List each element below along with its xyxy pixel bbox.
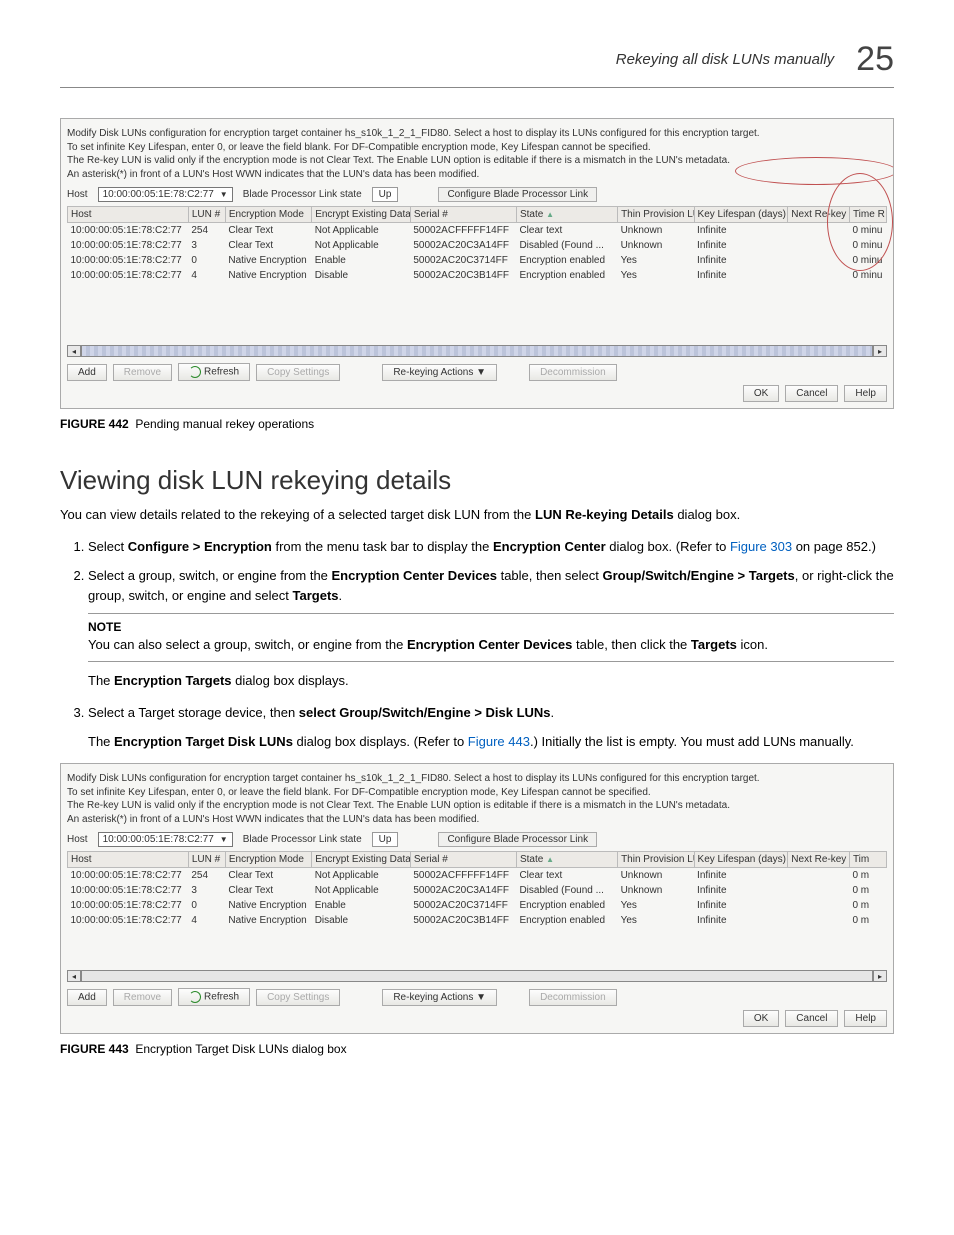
chevron-down-icon: ▼ (220, 835, 228, 844)
scroll-left-icon[interactable]: ◂ (67, 345, 81, 357)
help-button[interactable]: Help (844, 385, 887, 402)
host-label: Host (67, 189, 88, 200)
lun-table: HostLUN # Encryption ModeEncrypt Existin… (67, 851, 887, 928)
ok-button[interactable]: OK (743, 1010, 779, 1027)
figure-442-screenshot: Modify Disk LUNs configuration for encry… (60, 118, 894, 409)
note-body: You can also select a group, switch, or … (88, 636, 894, 662)
cancel-button[interactable]: Cancel (785, 1010, 838, 1027)
sort-asc-icon[interactable]: ▲ (546, 855, 554, 864)
add-button[interactable]: Add (67, 364, 107, 381)
step-1: Select Configure > Encryption from the m… (88, 537, 894, 557)
chapter-number: 25 (856, 40, 894, 79)
remove-button[interactable]: Remove (113, 989, 172, 1006)
table-row[interactable]: 10:00:00:05:1E:78:C2:77254Clear TextNot … (68, 868, 887, 884)
step-3-after: The Encryption Target Disk LUNs dialog b… (88, 733, 894, 752)
page-title: Rekeying all disk LUNs manually (616, 51, 834, 68)
refresh-icon (189, 991, 201, 1003)
note-header: NOTE (88, 613, 894, 636)
step-2: Select a group, switch, or engine from t… (88, 566, 894, 691)
configure-bp-link-button[interactable]: Configure Blade Processor Link (438, 832, 597, 847)
ok-button[interactable]: OK (743, 385, 779, 402)
lun-table-body-1: 10:00:00:05:1E:78:C2:77254Clear TextNot … (68, 223, 887, 284)
step-3: Select a Target storage device, then sel… (88, 703, 894, 751)
sort-asc-icon[interactable]: ▲ (546, 210, 554, 219)
figure-303-link[interactable]: Figure 303 (730, 539, 792, 554)
decommission-button[interactable]: Decommission (529, 364, 617, 381)
lun-table: HostLUN # Encryption ModeEncrypt Existin… (67, 206, 887, 283)
host-select[interactable]: 10:00:00:05:1E:78:C2:77▼ (98, 187, 233, 202)
table-row[interactable]: 10:00:00:05:1E:78:C2:774Native Encryptio… (68, 268, 887, 283)
table-row[interactable]: 10:00:00:05:1E:78:C2:77254Clear TextNot … (68, 223, 887, 239)
add-button[interactable]: Add (67, 989, 107, 1006)
table-row[interactable]: 10:00:00:05:1E:78:C2:770Native Encryptio… (68, 253, 887, 268)
configure-bp-link-button[interactable]: Configure Blade Processor Link (438, 187, 597, 202)
dlg-intro-3: The Re-key LUN is valid only if the encr… (67, 154, 887, 168)
scroll-right-icon[interactable]: ▸ (873, 345, 887, 357)
para-intro: You can view details related to the reke… (60, 506, 894, 525)
scrollbar[interactable]: ◂ ▸ (67, 970, 887, 982)
section-heading: Viewing disk LUN rekeying details (60, 465, 894, 496)
table-row[interactable]: 10:00:00:05:1E:78:C2:770Native Encryptio… (68, 898, 887, 913)
rekey-actions-button[interactable]: Re-keying Actions ▼ (382, 364, 497, 381)
copy-settings-button[interactable]: Copy Settings (256, 989, 340, 1006)
rekey-actions-button[interactable]: Re-keying Actions ▼ (382, 989, 497, 1006)
cancel-button[interactable]: Cancel (785, 385, 838, 402)
lun-table-body-2: 10:00:00:05:1E:78:C2:77254Clear TextNot … (68, 868, 887, 929)
table-row[interactable]: 10:00:00:05:1E:78:C2:773Clear TextNot Ap… (68, 238, 887, 253)
decommission-button[interactable]: Decommission (529, 989, 617, 1006)
scroll-left-icon[interactable]: ◂ (67, 970, 81, 982)
dlg-intro-2: To set infinite Key Lifespan, enter 0, o… (67, 141, 887, 155)
figure-443-screenshot: Modify Disk LUNs configuration for encry… (60, 763, 894, 1034)
refresh-button[interactable]: Refresh (178, 988, 250, 1006)
remove-button[interactable]: Remove (113, 364, 172, 381)
refresh-button[interactable]: Refresh (178, 363, 250, 381)
refresh-icon (189, 366, 201, 378)
step-2-after: The Encryption Targets dialog box displa… (88, 672, 894, 691)
table-row[interactable]: 10:00:00:05:1E:78:C2:773Clear TextNot Ap… (68, 883, 887, 898)
figure-443-caption: FIGURE 443 Encryption Target Disk LUNs d… (60, 1042, 894, 1056)
dlg-intro-4: An asterisk(*) in front of a LUN's Host … (67, 168, 887, 182)
copy-settings-button[interactable]: Copy Settings (256, 364, 340, 381)
help-button[interactable]: Help (844, 1010, 887, 1027)
figure-443-link[interactable]: Figure 443 (468, 734, 530, 749)
scroll-right-icon[interactable]: ▸ (873, 970, 887, 982)
scrollbar[interactable]: ◂ ▸ (67, 345, 887, 357)
dlg-intro-1: Modify Disk LUNs configuration for encry… (67, 127, 887, 141)
figure-442-caption: FIGURE 442 Pending manual rekey operatio… (60, 417, 894, 431)
host-select[interactable]: 10:00:00:05:1E:78:C2:77▼ (98, 832, 233, 847)
bp-link-state: Up (372, 187, 399, 202)
bp-link-label: Blade Processor Link state (243, 189, 362, 200)
chevron-down-icon: ▼ (220, 190, 228, 199)
table-row[interactable]: 10:00:00:05:1E:78:C2:774Native Encryptio… (68, 913, 887, 928)
